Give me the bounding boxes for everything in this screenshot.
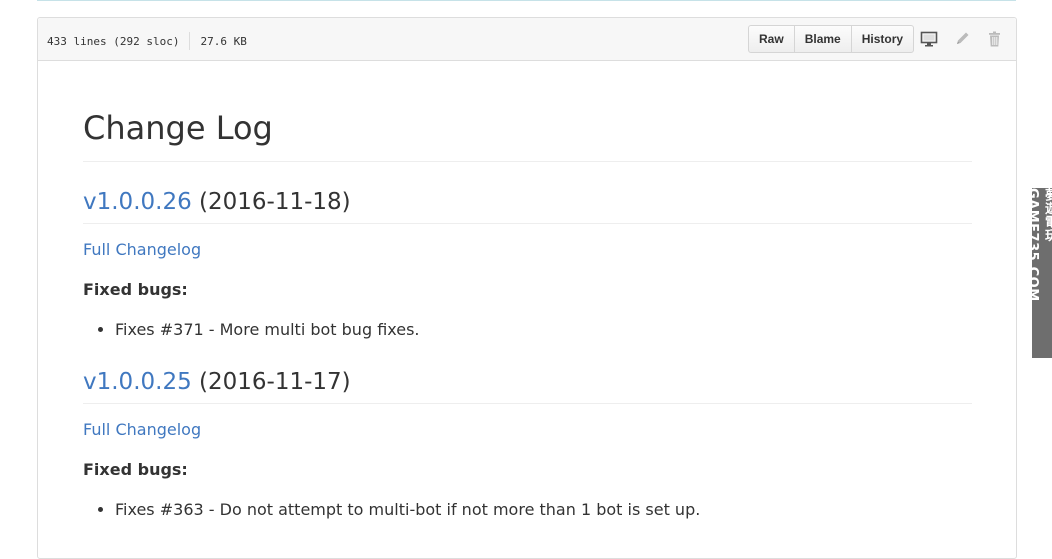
full-changelog-link[interactable]: Full Changelog (83, 420, 201, 439)
line-count: 433 lines (292 sloc) (47, 34, 180, 48)
release-date: (2016-11-17) (191, 369, 351, 395)
changelog-paragraph: Full Changelog (83, 238, 972, 262)
changelog-paragraph: Full Changelog (83, 418, 972, 442)
full-changelog-link[interactable]: Full Changelog (83, 240, 201, 259)
pencil-icon[interactable] (954, 31, 972, 47)
release-heading: v1.0.0.25 (2016-11-17) (83, 366, 972, 404)
file-viewer: 433 lines (292 sloc) 27.6 KB Raw Blame H… (37, 17, 1017, 559)
release-version-link[interactable]: v1.0.0.25 (83, 369, 192, 395)
page-title: Change Log (83, 61, 972, 162)
raw-button[interactable]: Raw (749, 26, 795, 52)
bug-list: Fixes #363 - Do not attempt to multi-bot… (83, 498, 972, 522)
top-divider (37, 0, 1016, 1)
file-info-separator (189, 32, 191, 50)
release-version-link[interactable]: v1.0.0.26 (83, 189, 192, 215)
desktop-icon[interactable] (920, 31, 938, 47)
trash-icon[interactable] (986, 31, 1004, 47)
release-date: (2016-11-18) (191, 189, 351, 215)
file-size: 27.6 KB (200, 34, 247, 48)
markdown-body: Change Log v1.0.0.26 (2016-11-18) Full C… (38, 61, 1016, 522)
bug-list: Fixes #371 - More multi bot bug fixes. (83, 318, 972, 342)
fixed-bugs-label: Fixed bugs: (83, 460, 188, 479)
file-header: 433 lines (292 sloc) 27.6 KB Raw Blame H… (38, 18, 1016, 61)
blame-button[interactable]: Blame (795, 26, 852, 52)
file-actions-button-group: Raw Blame History (748, 25, 915, 53)
release-heading: v1.0.0.26 (2016-11-18) (83, 186, 972, 224)
file-info: 433 lines (292 sloc) 27.6 KB (47, 32, 247, 50)
fixed-bugs-label: Fixed bugs: (83, 280, 188, 299)
bug-list-item: Fixes #371 - More multi bot bug fixes. (115, 318, 972, 342)
history-button[interactable]: History (852, 26, 913, 52)
bug-list-item: Fixes #363 - Do not attempt to multi-bot… (115, 498, 972, 522)
site-watermark: 夢遊電玩 GAME735.COM (1025, 188, 1052, 358)
